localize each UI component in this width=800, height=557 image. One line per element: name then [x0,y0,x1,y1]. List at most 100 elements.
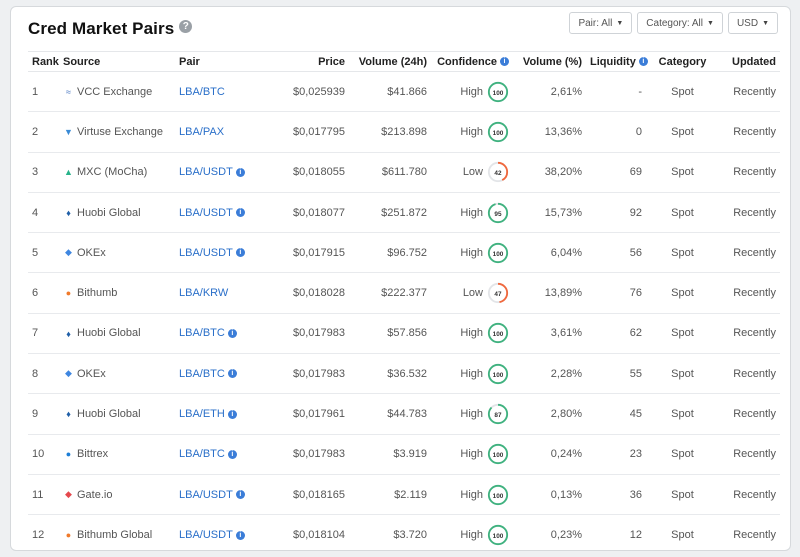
table-row[interactable]: 3 ▲ MXC (MoCha) LBA/USDT i $0,018055 $611.780 L… [28,152,780,193]
col-updated[interactable]: Updated [719,51,780,72]
pair-link[interactable]: LBA/BTC [179,86,225,98]
pair-link[interactable]: LBA/KRW [179,287,228,299]
source-cell[interactable]: ◆ OKEx [59,232,175,274]
volume-cell: $96.752 [349,232,431,274]
info-icon[interactable]: i [235,490,245,500]
pair-link[interactable]: LBA/ETH [179,408,225,420]
table-row[interactable]: 6 ● Bithumb LBA/KRW $0,018028 $222.377 Low 47 13… [28,272,780,314]
col-liquidity[interactable]: Liquidity i [586,51,648,72]
info-icon[interactable]: i [227,449,237,459]
liquidity-cell: 0 [586,111,646,153]
volume-cell: $2.119 [349,474,431,516]
info-icon[interactable]: i [235,208,245,218]
info-icon[interactable]: i [500,57,509,67]
table-row[interactable]: 4 ♦ Huobi Global LBA/USDT i $0,018077 $251.872… [28,192,780,234]
market-pairs-table: Rank Source Pair Price Volume (24h) Conf… [28,51,780,550]
info-icon[interactable]: i [227,409,237,419]
col-rank[interactable]: Rank [28,51,59,72]
currency-dropdown[interactable]: USD ▼ [727,12,778,34]
col-pair[interactable]: Pair [175,51,265,72]
col-confidence[interactable]: Confidence i [431,51,513,72]
info-icon[interactable]: i [227,329,237,339]
table-row[interactable]: 2 ▼ Virtuse Exchange LBA/PAX $0,017795 $213.8… [28,111,780,153]
pair-link[interactable]: LBA/BTC [179,327,225,339]
price-cell: $0,025939 [265,71,349,113]
info-icon[interactable]: i [638,57,648,67]
pair-link[interactable]: LBA/USDT [179,529,233,541]
source-cell[interactable]: ◆ OKEx [59,353,175,395]
source-cell[interactable]: ● Bithumb [59,272,175,314]
pair-link[interactable]: LBA/PAX [179,126,224,138]
page-title: Cred Market Pairs [28,19,175,38]
confidence-score-ring: 87 [487,403,509,425]
table-row[interactable]: 8 ◆ OKEx LBA/BTC i $0,017983 $36.532 High 100 2,2… [28,353,780,395]
table-row[interactable]: 7 ♦ Huobi Global LBA/BTC i $0,017983 $57.856 Hi… [28,313,780,355]
updated-cell: Recently [719,111,780,153]
pair-cell[interactable]: LBA/USDT i [175,474,265,516]
confidence-indicator: High 100 [460,524,509,546]
pair-cell[interactable]: LBA/USDT i [175,514,265,550]
updated-cell: Recently [719,393,780,435]
pair-cell[interactable]: LBA/ETH i [175,393,265,435]
col-price[interactable]: Price [265,51,349,72]
card-header: Cred Market Pairs ? [28,15,193,43]
volume-cell: $251.872 [349,192,431,234]
price-cell: $0,018104 [265,514,349,550]
pair-cell[interactable]: LBA/USDT i [175,152,265,193]
info-icon[interactable]: i [235,530,245,540]
source-cell[interactable]: ▼ Virtuse Exchange [59,111,175,153]
confidence-score: 100 [493,331,504,338]
confidence-indicator: High 100 [460,363,509,385]
category-filter-dropdown[interactable]: Category: All ▼ [637,12,723,34]
pair-link[interactable]: LBA/USDT [179,489,233,501]
col-volume[interactable]: Volume (24h) [349,51,431,72]
source-cell[interactable]: ♦ Huobi Global [59,192,175,234]
liquidity-cell: 36 [586,474,646,516]
table-row[interactable]: 9 ♦ Huobi Global LBA/ETH i $0,017961 $44.783 Hi… [28,393,780,435]
table-row[interactable]: 10 ● Bittrex LBA/BTC i $0,017983 $3.919 High 100… [28,434,780,475]
confidence-score-ring: 100 [487,81,509,102]
pair-cell[interactable]: LBA/PAX [175,111,265,153]
pair-cell[interactable]: LBA/BTC i [175,313,265,355]
pair-link[interactable]: LBA/USDT [179,166,233,178]
volume-cell: $41.866 [349,71,431,113]
info-icon[interactable]: i [227,369,237,379]
table-row[interactable]: 1 ≈ VCC Exchange LBA/BTC $0,025939 $41.866 Hig… [28,71,780,113]
confidence-indicator: High 95 [460,202,509,224]
confidence-indicator: High 87 [460,403,509,425]
rank-cell: 2 [28,111,59,153]
col-category[interactable]: Category [646,51,719,72]
pair-cell[interactable]: LBA/USDT i [175,192,265,234]
source-cell[interactable]: ≈ VCC Exchange [59,71,175,113]
col-source[interactable]: Source [59,51,175,72]
pair-cell[interactable]: LBA/BTC [175,71,265,113]
source-cell[interactable]: ● Bithumb Global [59,514,175,550]
source-cell[interactable]: ● Bittrex [59,434,175,475]
pair-cell[interactable]: LBA/KRW [175,272,265,314]
table-row[interactable]: 11 ◆ Gate.io LBA/USDT i $0,018165 $2.119 High 10… [28,474,780,516]
liquidity-cell: - [586,71,646,113]
huobi-icon: ♦ [66,207,71,218]
info-icon[interactable]: i [235,167,245,177]
pair-link[interactable]: LBA/BTC [179,448,225,460]
pair-link[interactable]: LBA/BTC [179,368,225,380]
pair-link[interactable]: LBA/USDT [179,247,233,259]
source-cell[interactable]: ▲ MXC (MoCha) [59,152,175,193]
source-cell[interactable]: ◆ Gate.io [59,474,175,516]
pair-cell[interactable]: LBA/BTC i [175,434,265,475]
okex-icon: ◆ [65,247,72,258]
source-name: Bithumb [77,287,118,300]
pair-cell[interactable]: LBA/USDT i [175,232,265,274]
pair-cell[interactable]: LBA/BTC i [175,353,265,395]
source-cell[interactable]: ♦ Huobi Global [59,393,175,435]
confidence-cell: High 87 [431,393,513,435]
table-row[interactable]: 5 ◆ OKEx LBA/USDT i $0,017915 $96.752 High 100 6,… [28,232,780,274]
help-icon[interactable]: ? [179,19,193,33]
table-row[interactable]: 12 ● Bithumb Global LBA/USDT i $0,018104 $3.72… [28,514,780,550]
info-icon[interactable]: i [235,248,245,258]
pair-link[interactable]: LBA/USDT [179,207,233,219]
liquidity-cell: 92 [586,192,646,234]
col-volume-pct[interactable]: Volume (%) [513,51,586,72]
source-cell[interactable]: ♦ Huobi Global [59,313,175,355]
pair-filter-dropdown[interactable]: Pair: All ▼ [569,12,633,34]
